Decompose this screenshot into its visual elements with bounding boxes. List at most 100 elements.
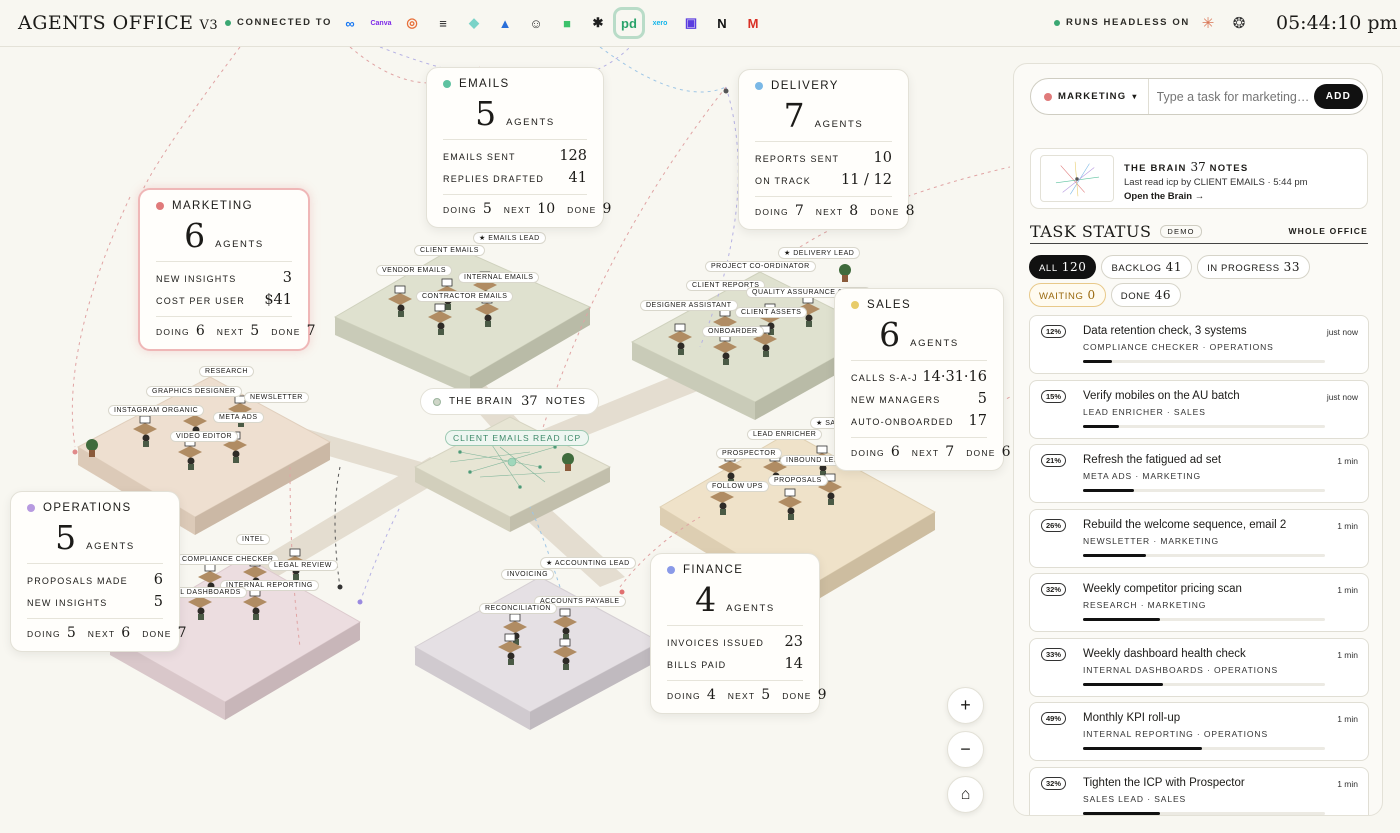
brain-label[interactable]: THE BRAIN 37 NOTES: [420, 388, 600, 415]
stat-label: EMAILS SENT: [443, 152, 516, 162]
gem-icon[interactable]: ◆: [462, 11, 486, 35]
square-icon[interactable]: ▣: [679, 11, 703, 35]
agent-tag[interactable]: VIDEO EDITOR: [170, 431, 239, 442]
agent-tag[interactable]: DESIGNER ASSISTANT: [640, 300, 738, 311]
task-item[interactable]: 15% Verify mobiles on the AU batch LEAD EN…: [1029, 379, 1369, 439]
agent-tag[interactable]: INVOICING: [501, 569, 555, 580]
task-meta: COMPLIANCE CHECKER · OPERATIONS: [1083, 342, 1274, 352]
claude-icon[interactable]: ✳: [1199, 14, 1217, 32]
agent-tag[interactable]: ★ DELIVERY LEAD: [778, 247, 861, 259]
office-map[interactable]: ★ EMAILS LEAD CLIENT EMAILS VENDOR EMAILS I…: [0, 47, 1010, 833]
task-counts: DOING 6 NEXT 7 DONE 6: [851, 437, 1010, 460]
team-card-delivery[interactable]: DELIVERY 7 AGENTS REPORTS SENT 10 ON TRACK…: [738, 69, 914, 230]
filter-waiting[interactable]: WAITING 0: [1029, 283, 1106, 307]
brain-notes-count: 37: [521, 394, 538, 409]
filter-all[interactable]: ALL 120: [1029, 255, 1097, 279]
task-meta: NEWSLETTER · MARKETING: [1083, 535, 1219, 546]
agent-tag[interactable]: FOLLOW UPS: [706, 481, 769, 492]
perplexity-icon[interactable]: ✱: [586, 11, 610, 35]
task-status-title: TASK STATUS: [1030, 221, 1152, 241]
filter-in-progress[interactable]: IN PROGRESS 33: [1197, 255, 1311, 279]
canva-icon[interactable]: Canva: [369, 11, 393, 35]
agent-tag[interactable]: ★ EMAILS LEAD: [473, 232, 546, 244]
brain-notes-label: NOTES: [545, 396, 587, 407]
node: [357, 599, 363, 605]
team-card-sales[interactable]: SALES 6 AGENTS CALLS S-A-J 14·31·16 NEW MA…: [834, 288, 1010, 471]
stack-icon[interactable]: ≡: [431, 11, 455, 35]
notion-icon[interactable]: N: [710, 11, 734, 35]
pd-icon[interactable]: pd: [613, 7, 645, 39]
agent-tag[interactable]: ★ ACCOUNTING LEAD: [540, 557, 636, 569]
agent-tag[interactable]: CLIENT ASSETS: [735, 307, 808, 318]
progress-fill: [1083, 811, 1161, 815]
team-card-emails[interactable]: EMAILS 5 AGENTS EMAILS SENT 128 REPLIES DR…: [426, 67, 611, 228]
agent-count: 5: [475, 94, 497, 133]
team-card-finance[interactable]: FINANCE 4 AGENTS INVOICES ISSUED 23 BILLS …: [650, 553, 826, 714]
scope-toggle[interactable]: WHOLE OFFICE: [1288, 226, 1368, 236]
drive-icon[interactable]: ▲: [493, 11, 517, 35]
filter-backlog[interactable]: BACKLOG 41: [1101, 255, 1193, 279]
openai-icon[interactable]: ❂: [1230, 14, 1248, 32]
progress-bar: [1083, 811, 1325, 815]
agent-tag[interactable]: RESEARCH: [199, 366, 254, 377]
top-bar: AGENTS OFFICE V3 CONNECTED TO ∞ Canva ◎ ≡ ◆ ▲ ☺…: [0, 0, 1400, 47]
task-item[interactable]: 33% Weekly dashboard health check INTERNAL…: [1029, 637, 1369, 697]
agent-tag[interactable]: CONTRACTOR EMAILS: [416, 291, 514, 302]
clock: 05:44:10 pm: [1276, 12, 1398, 34]
team-select[interactable]: MARKETING ▾: [1031, 79, 1149, 114]
agent-tag[interactable]: INSTAGRAM ORGANIC: [108, 405, 205, 416]
agent-tag[interactable]: INTEL: [236, 534, 271, 545]
agent-tag[interactable]: LEGAL REVIEW: [268, 560, 338, 571]
agent-tag[interactable]: NEWSLETTER: [244, 392, 309, 403]
task-item[interactable]: 26% Rebuild the welcome sequence, email 2…: [1029, 508, 1369, 568]
open-brain-link[interactable]: Open the Brain →: [1124, 191, 1308, 202]
task-item[interactable]: 32% Weekly competitor pricing scan RESEARC…: [1029, 573, 1369, 632]
agent-tag[interactable]: PROJECT CO-ORDINATOR: [705, 261, 816, 272]
agent-tag[interactable]: CLIENT EMAILS: [414, 245, 485, 256]
agent-tag[interactable]: ONBOARDER: [702, 326, 764, 337]
task-item[interactable]: 21% Refresh the fatigued ad set META ADS ·…: [1029, 444, 1369, 503]
agent-tag[interactable]: VENDOR EMAILS: [376, 265, 453, 276]
stat-label: AUTO-ONBOARDED: [851, 417, 954, 427]
agent-count: 6: [184, 216, 206, 255]
team-card-operations[interactable]: OPERATIONS 5 AGENTS PROPOSALS MADE 6 NEW I…: [10, 491, 186, 652]
progress-badge: 21%: [1041, 454, 1067, 467]
task-input[interactable]: [1148, 89, 1314, 104]
xero-icon[interactable]: xero: [648, 11, 672, 35]
progress-fill: [1083, 747, 1202, 750]
agent-tag[interactable]: GRAPHICS DESIGNER: [146, 386, 242, 397]
home-button[interactable]: ⌂: [947, 776, 984, 813]
agent-tag[interactable]: PROSPECTOR: [716, 448, 782, 459]
agent-tag[interactable]: META ADS: [213, 412, 264, 423]
agent-tag[interactable]: LEAD ENRICHER: [747, 429, 823, 440]
team-card-marketing[interactable]: MARKETING 6 AGENTS NEW INSIGHTS 3 COST PER…: [138, 188, 315, 351]
smile-icon[interactable]: ☺: [524, 11, 548, 35]
chat-icon[interactable]: ■: [555, 11, 579, 35]
meta-icon[interactable]: ∞: [338, 11, 362, 35]
zoom-in-button[interactable]: +: [947, 687, 984, 724]
agent-tag[interactable]: PROPOSALS: [768, 475, 828, 486]
gmail-icon[interactable]: M: [741, 11, 765, 35]
brain-dot-icon: [433, 397, 441, 406]
agent-tag[interactable]: RECONCILIATION: [479, 603, 557, 614]
agent-tag[interactable]: INTERNAL EMAILS: [458, 272, 540, 283]
progress-badge: 26%: [1041, 518, 1067, 532]
task-time: 1 min: [1337, 520, 1358, 531]
zoom-out-button[interactable]: −: [947, 731, 984, 768]
task-title: Verify mobiles on the AU batch: [1083, 389, 1240, 402]
brain-summary[interactable]: THE BRAIN 37 NOTES Last read icp by CLIEN…: [1030, 148, 1368, 209]
filter-done[interactable]: DONE 46: [1110, 283, 1182, 307]
agent-tag[interactable]: COMPLIANCE CHECKER: [176, 554, 280, 565]
stat-value: 5: [977, 391, 987, 407]
add-task-button[interactable]: ADD: [1313, 84, 1363, 109]
task-item[interactable]: 49% Monthly KPI roll-up INTERNAL REPORTING…: [1029, 702, 1369, 761]
ring-icon[interactable]: ◎: [400, 11, 424, 35]
node: [72, 449, 78, 455]
task-item[interactable]: 32% Tighten the ICP with Prospector SALES …: [1029, 766, 1369, 815]
status-dot-icon: [225, 19, 231, 26]
brain-box-notes: 37: [1190, 160, 1206, 174]
task-time: just now: [1326, 327, 1358, 337]
brain-thumbnail: [1040, 155, 1114, 202]
task-item[interactable]: 12% Data retention check, 3 systems COMPLI…: [1029, 315, 1369, 374]
task-meta: INTERNAL REPORTING · OPERATIONS: [1083, 729, 1269, 739]
